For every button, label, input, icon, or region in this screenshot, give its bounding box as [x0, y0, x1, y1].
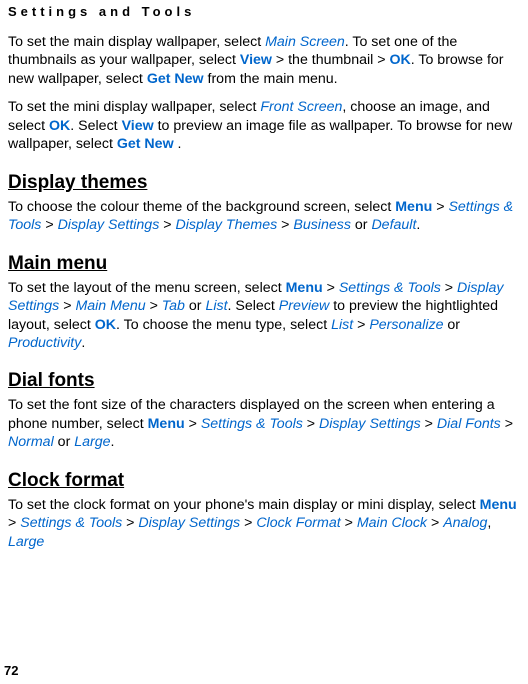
- link-display-themes: Display Themes: [175, 217, 277, 233]
- text: >: [146, 298, 162, 314]
- link-menu: Menu: [148, 416, 185, 432]
- text: >: [59, 298, 75, 314]
- link-view: View: [122, 118, 154, 134]
- link-main-screen: Main Screen: [265, 34, 345, 50]
- text: or: [54, 434, 75, 450]
- link-settings-tools: Settings & Tools: [20, 515, 122, 531]
- link-menu: Menu: [395, 199, 432, 215]
- paragraph-clock-format: To set the clock format on your phone's …: [8, 496, 520, 551]
- text: >: [341, 515, 357, 531]
- text: >: [501, 416, 513, 432]
- link-business: Business: [293, 217, 351, 233]
- page-header: Settings and Tools: [8, 0, 520, 29]
- text: .: [81, 335, 85, 351]
- paragraph-main-menu: To set the layout of the menu screen, se…: [8, 279, 520, 353]
- text: >: [323, 280, 339, 296]
- link-personalize: Personalize: [369, 317, 443, 333]
- paragraph-dial-fonts: To set the font size of the characters d…: [8, 396, 520, 451]
- link-menu: Menu: [480, 497, 517, 513]
- heading-clock-format: Clock format: [8, 470, 520, 492]
- link-display-settings: Display Settings: [58, 217, 160, 233]
- text: or: [443, 317, 460, 333]
- link-front-screen: Front Screen: [260, 99, 342, 115]
- text: >: [277, 217, 293, 233]
- text: >: [8, 515, 20, 531]
- text: or: [351, 217, 372, 233]
- link-normal: Normal: [8, 434, 54, 450]
- link-large: Large: [8, 534, 44, 550]
- text: > the thumbnail >: [272, 52, 390, 68]
- paragraph-display-themes: To choose the colour theme of the backgr…: [8, 198, 520, 235]
- link-list: List: [205, 298, 227, 314]
- heading-dial-fonts: Dial fonts: [8, 370, 520, 392]
- text: >: [185, 416, 201, 432]
- link-main-menu: Main Menu: [75, 298, 145, 314]
- link-settings-tools: Settings & Tools: [201, 416, 303, 432]
- link-large: Large: [74, 434, 110, 450]
- text: >: [432, 199, 448, 215]
- text: To set the main display wallpaper, selec…: [8, 34, 265, 50]
- text: >: [441, 280, 457, 296]
- text: To set the layout of the menu screen, se…: [8, 280, 286, 296]
- text: . Select: [228, 298, 279, 314]
- text: To set the mini display wallpaper, selec…: [8, 99, 260, 115]
- link-view: View: [240, 52, 272, 68]
- link-get-new: Get New: [117, 136, 174, 152]
- link-main-clock: Main Clock: [357, 515, 427, 531]
- text: >: [122, 515, 138, 531]
- text: To choose the colour theme of the backgr…: [8, 199, 395, 215]
- link-dial-fonts: Dial Fonts: [437, 416, 501, 432]
- page-number: 72: [4, 663, 18, 678]
- link-display-settings: Display Settings: [138, 515, 240, 531]
- link-list: List: [331, 317, 353, 333]
- heading-display-themes: Display themes: [8, 172, 520, 194]
- text: >: [427, 515, 443, 531]
- text: or: [185, 298, 206, 314]
- text: >: [353, 317, 369, 333]
- link-default: Default: [371, 217, 416, 233]
- paragraph-mini-display-wallpaper: To set the mini display wallpaper, selec…: [8, 98, 520, 153]
- link-settings-tools: Settings & Tools: [339, 280, 441, 296]
- page-content: Settings and Tools To set the main displ…: [0, 0, 528, 551]
- link-menu: Menu: [286, 280, 323, 296]
- link-ok: OK: [389, 52, 410, 68]
- text: >: [159, 217, 175, 233]
- link-tab: Tab: [162, 298, 185, 314]
- text: >: [421, 416, 437, 432]
- heading-main-menu: Main menu: [8, 253, 520, 275]
- link-preview: Preview: [279, 298, 329, 314]
- link-display-settings: Display Settings: [319, 416, 421, 432]
- text: . To choose the menu type, select: [116, 317, 331, 333]
- text: >: [303, 416, 319, 432]
- text: from the main menu.: [204, 71, 338, 87]
- text: ,: [487, 515, 491, 531]
- link-ok: OK: [49, 118, 70, 134]
- text: To set the clock format on your phone's …: [8, 497, 480, 513]
- link-get-new: Get New: [147, 71, 204, 87]
- link-analog: Analog: [443, 515, 487, 531]
- link-clock-format: Clock Format: [256, 515, 340, 531]
- text: .: [174, 136, 182, 152]
- paragraph-main-display-wallpaper: To set the main display wallpaper, selec…: [8, 33, 520, 88]
- text: >: [41, 217, 57, 233]
- link-productivity: Productivity: [8, 335, 81, 351]
- text: >: [240, 515, 256, 531]
- text: .: [111, 434, 115, 450]
- text: .: [416, 217, 420, 233]
- link-ok: OK: [95, 317, 116, 333]
- text: . Select: [70, 118, 121, 134]
